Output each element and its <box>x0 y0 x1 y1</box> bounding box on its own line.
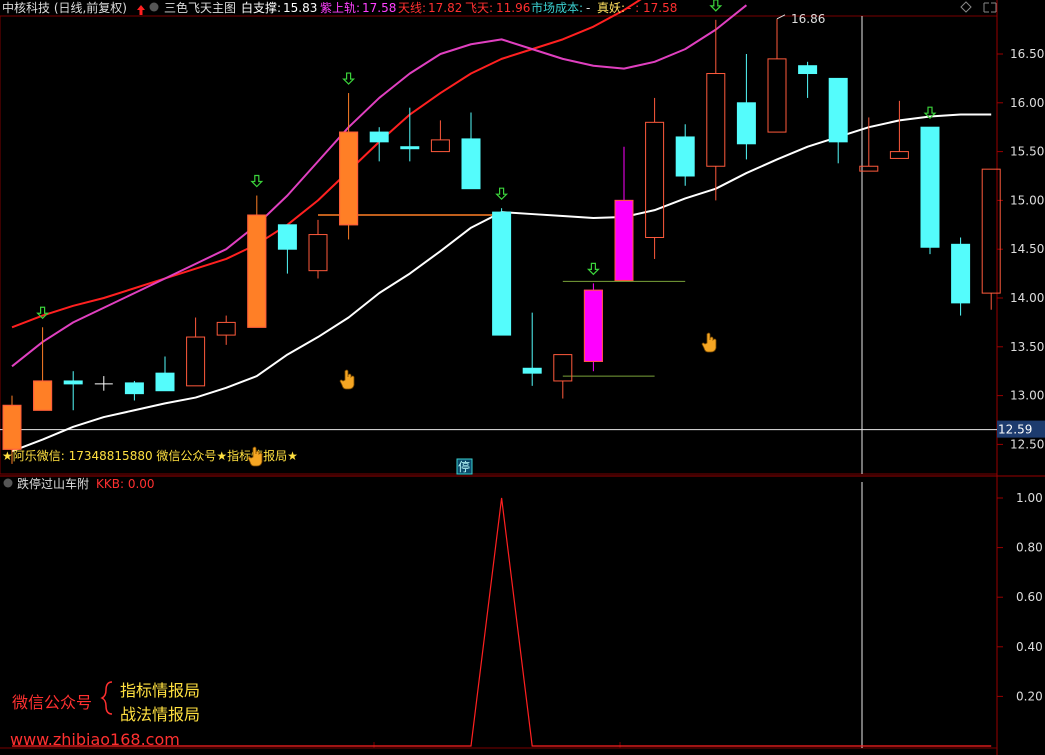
sub-tick-label: 0.60 <box>1016 590 1043 604</box>
candle[interactable] <box>63 371 83 411</box>
watermark-brace <box>100 681 113 715</box>
candle[interactable] <box>430 120 450 153</box>
candle[interactable] <box>920 126 940 255</box>
price-tick-label: 15.50 <box>1010 145 1044 159</box>
indicator-name: 三色飞天主图 <box>164 1 236 15</box>
candle[interactable] <box>583 283 603 372</box>
bai-value: 15.83 <box>283 1 317 15</box>
price-tick-label: 14.50 <box>1010 242 1044 256</box>
price-reference-label: 12.59 <box>998 423 1032 437</box>
candle[interactable] <box>155 356 175 392</box>
zhenyao-label: 真妖: <box>597 1 625 15</box>
candle[interactable] <box>675 124 695 186</box>
hand-cursor-icon <box>701 332 717 353</box>
zishanggui-pink-line <box>11 4 748 368</box>
down-arrow-icon <box>495 187 509 201</box>
indicator-toggle-icon[interactable] <box>149 2 159 12</box>
watermark-right2: 战法情报局 <box>120 705 200 724</box>
price-tick-label: 16.50 <box>1010 47 1044 61</box>
candle[interactable] <box>889 100 909 159</box>
zi-label: 紫上轨: <box>320 1 360 15</box>
tian-value: 17.82 <box>428 1 462 15</box>
candle[interactable] <box>369 127 389 162</box>
expand-icon[interactable] <box>983 2 997 13</box>
hand-cursor-icon <box>339 369 355 390</box>
bai-label: 白支撑: <box>241 0 281 15</box>
candle[interactable] <box>461 112 481 190</box>
price-tick-label: 14.00 <box>1010 291 1044 305</box>
candle[interactable] <box>645 97 665 259</box>
candle[interactable] <box>798 61 818 98</box>
candle[interactable] <box>706 19 726 201</box>
sub-tick-label: 1.00 <box>1016 491 1043 505</box>
candle[interactable] <box>767 18 787 133</box>
max-price-label: 16.86 <box>791 12 825 26</box>
sub-tick-label: 0.80 <box>1016 541 1043 555</box>
sub-title: 跌停过山车附 <box>17 476 89 491</box>
candle[interactable] <box>492 208 512 336</box>
candle[interactable] <box>339 93 359 240</box>
fei-label: 飞天: <box>465 1 493 15</box>
max-pointer <box>776 14 786 20</box>
market-cost-label: 市场成本: <box>531 0 583 15</box>
zhenyao-value: - : 17.58 <box>627 1 677 15</box>
zi-value: 17.58 <box>362 1 396 15</box>
sub-tick-label: 0.40 <box>1016 640 1043 654</box>
watermark-right1: 指标情报局 <box>120 681 200 700</box>
diamond-icon[interactable] <box>960 1 972 13</box>
kkb-value: KKB: 0.00 <box>96 477 155 491</box>
candle[interactable] <box>308 219 328 279</box>
price-tick-label: 13.00 <box>1010 389 1044 403</box>
halt-marker: 停 <box>458 459 470 474</box>
down-arrow-icon <box>342 72 356 85</box>
tian-label: 天线: <box>398 1 426 15</box>
down-arrow-icon <box>586 262 600 276</box>
candle[interactable] <box>94 376 113 391</box>
tianxian-red-line <box>11 0 642 329</box>
up-arrow-icon <box>137 5 145 15</box>
candle[interactable] <box>216 315 236 345</box>
candle[interactable] <box>277 224 297 274</box>
stock-title: 中核科技 (日线,前复权) <box>2 0 127 15</box>
candle[interactable] <box>951 237 971 316</box>
price-tick-label: 12.50 <box>1010 437 1044 451</box>
candle[interactable] <box>522 312 542 386</box>
candle[interactable] <box>736 54 756 160</box>
chart-canvas[interactable]: 12.50 13.00 13.50 14.00 14.50 15.00 15.50 16.00… <box>0 0 1045 755</box>
candle[interactable] <box>33 327 53 411</box>
price-tick-label: 16.00 <box>1010 96 1044 110</box>
price-tick-label: 13.50 <box>1010 340 1044 354</box>
down-arrow-icon <box>709 0 723 12</box>
sub-toggle-icon[interactable] <box>3 478 13 488</box>
price-tick-label: 15.00 <box>1010 193 1044 207</box>
down-arrow-icon <box>250 174 264 188</box>
market-cost-value: - <box>586 1 590 15</box>
candle[interactable] <box>247 195 267 328</box>
candle[interactable] <box>400 107 420 162</box>
candle[interactable] <box>828 77 848 164</box>
candle[interactable] <box>614 146 634 281</box>
candle[interactable] <box>124 380 144 401</box>
candle[interactable] <box>186 317 206 387</box>
fei-value: 11.96 <box>496 1 530 15</box>
watermark-url: www.zhibiao168.com <box>10 730 180 749</box>
watermark-left: 微信公众号 <box>12 693 92 712</box>
sub-tick-label: 0.20 <box>1016 689 1043 703</box>
